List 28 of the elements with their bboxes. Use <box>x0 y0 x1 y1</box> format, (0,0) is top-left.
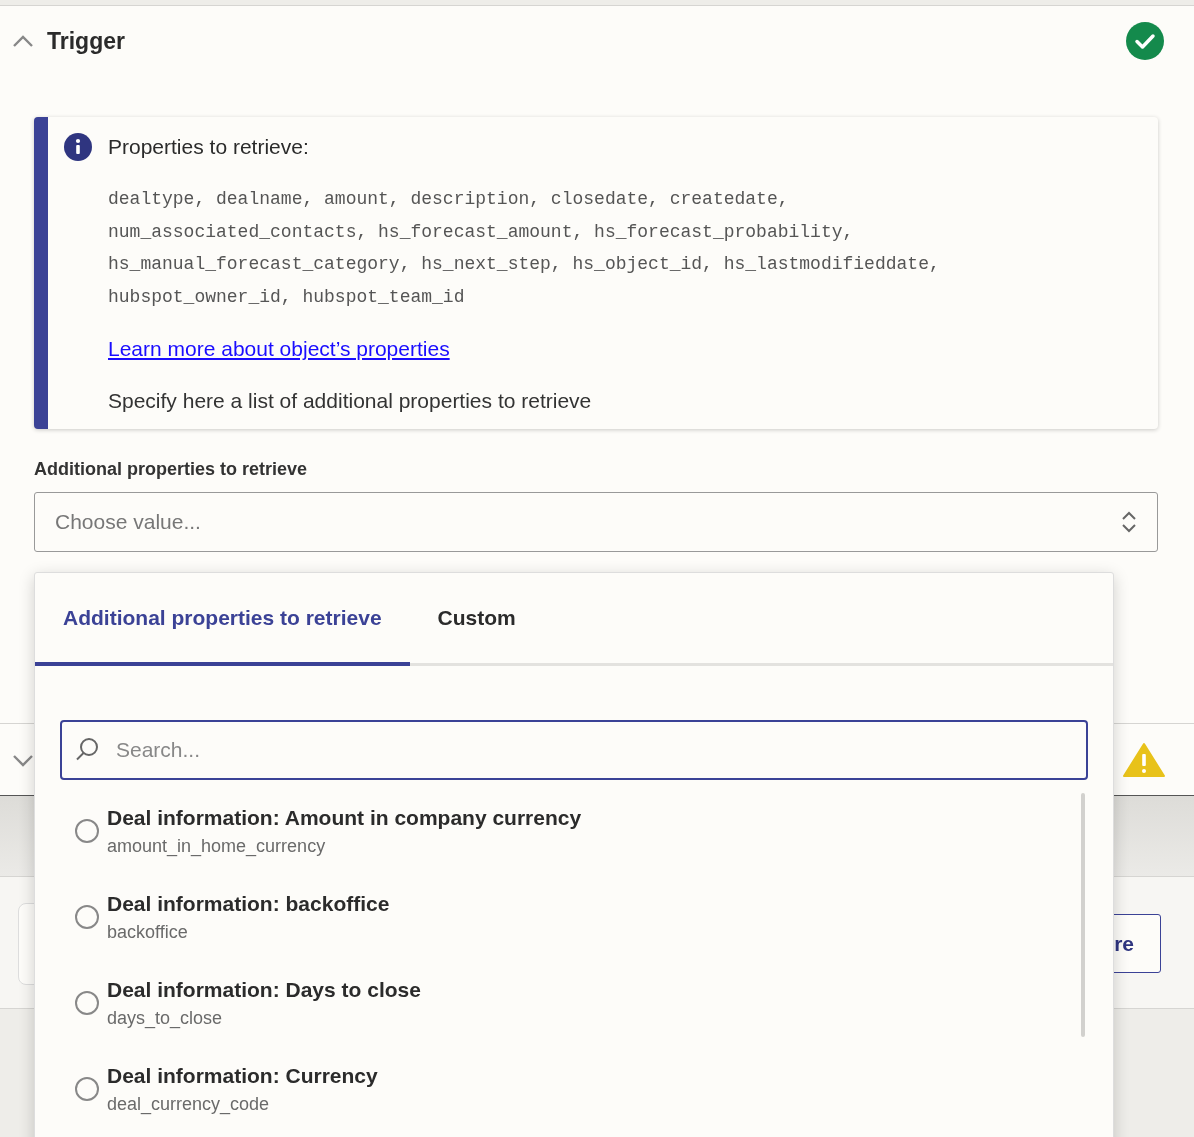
tab[interactable]: Custom <box>409 573 544 666</box>
tab[interactable]: Additional properties to retrieve <box>35 573 410 666</box>
search-icon <box>74 736 100 762</box>
value-select[interactable]: Choose value... <box>34 492 1158 552</box>
info-note: Specify here a list of additional properties to retrieve <box>108 389 593 413</box>
option-value: backoffice <box>107 922 189 943</box>
option-value: deal_currency_code <box>107 1094 271 1115</box>
radio-button[interactable] <box>75 819 99 843</box>
section-title: Trigger <box>47 27 126 55</box>
option-label[interactable]: Deal information: Amount in company currency <box>107 806 582 830</box>
up-down-caret-icon <box>1121 510 1137 534</box>
option-value: days_to_close <box>107 1008 224 1029</box>
radio-button[interactable] <box>75 991 99 1015</box>
chevron-icon[interactable] <box>12 752 34 767</box>
info-heading: Properties to retrieve: <box>108 135 309 159</box>
field-label: Additional properties to retrieve <box>34 459 309 480</box>
radio-button[interactable] <box>75 1077 99 1101</box>
properties-list: dealtype, dealname, amount, description, closedate, createdate, num_associated_contacts, hs_forecast_amount, hs_forecast_probability, hs_manual_forecast_category, hs_next_step, hs_object_id, hs_lastmodifieddate, hubspot_owner_id, hubspot_team_id <box>108 183 1138 313</box>
chevron-icon[interactable] <box>12 34 34 48</box>
info-icon <box>64 133 92 161</box>
option-label[interactable]: Deal information: Days to close <box>107 978 421 1002</box>
search-field[interactable]: Search... <box>60 720 1088 780</box>
option-value: amount_in_home_currency <box>107 836 327 857</box>
radio-button[interactable] <box>75 905 99 929</box>
scrollbar[interactable] <box>1081 793 1085 1037</box>
option-label[interactable]: Deal information: backoffice <box>107 892 390 916</box>
option-label[interactable]: Deal information: Currency <box>107 1064 378 1088</box>
learn-more-link[interactable]: Learn more about object’s properties <box>108 337 450 361</box>
